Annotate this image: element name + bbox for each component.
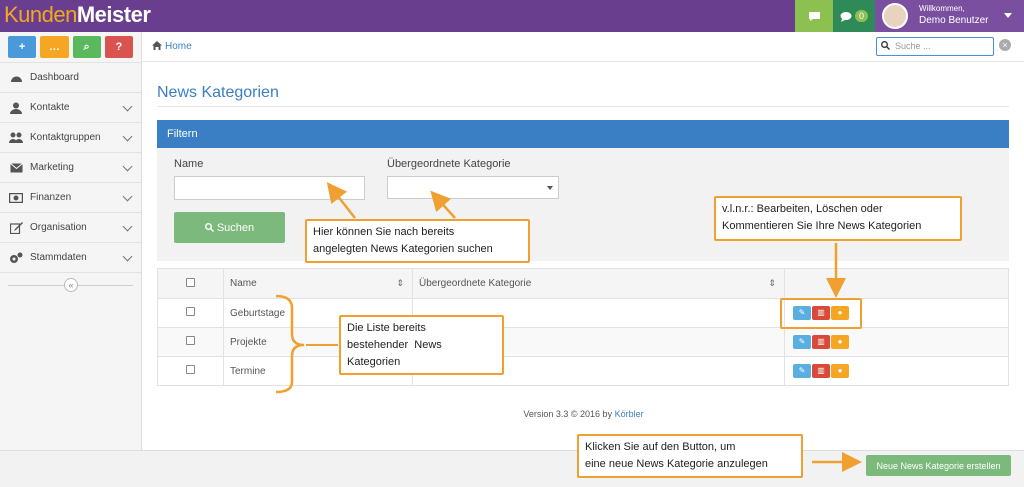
arrow [430, 190, 456, 219]
annotation-text: Die Liste bereits [347, 322, 426, 334]
annotation-text: angelegten News Kategorien suchen [313, 243, 493, 255]
arrow [326, 182, 356, 219]
search-annotation: Hier können Sie nach bereits angelegten … [305, 219, 530, 263]
annotation-text: v.l.n.r.: Bearbeiten, Löschen oder [722, 203, 883, 215]
annotation-text: bestehender News [347, 339, 442, 351]
list-annotation: Die Liste bereits bestehender News Kateg… [339, 315, 504, 375]
bracket [275, 294, 305, 394]
actions-annotation: v.l.n.r.: Bearbeiten, Löschen oder Komme… [714, 196, 962, 241]
annotation-text: Hier können Sie nach bereits [313, 226, 455, 238]
annotation-text: Kommentieren Sie Ihre News Kategorien [722, 220, 922, 232]
new-button-annotation: Klicken Sie auf den Button, um eine neue… [577, 434, 803, 478]
annotation-text: eine neue News Kategorie anzulegen [585, 458, 768, 470]
annotation-text: Klicken Sie auf den Button, um [585, 441, 736, 453]
annotation-text: Kategorien [347, 356, 401, 368]
